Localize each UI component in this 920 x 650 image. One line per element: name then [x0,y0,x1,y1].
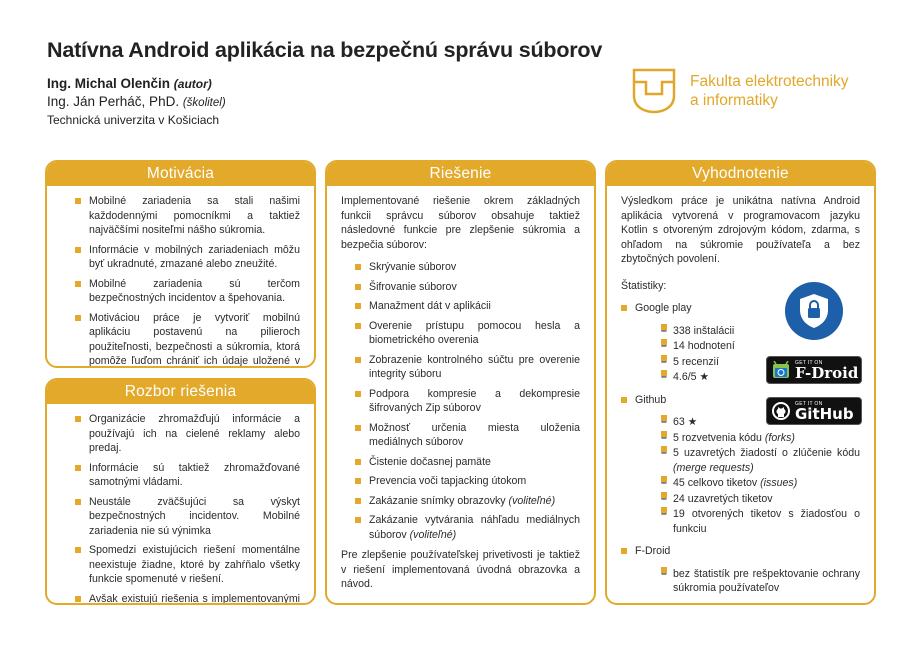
card-title: Motivácia [47,162,314,186]
author-name: Ing. Michal Olenčin [47,76,171,91]
feature-item: Možnosť určenia miesta uloženia mediálny… [355,421,580,450]
feature-item: Šifrovanie súborov [355,280,580,295]
list-item: Avšak existujú riešenia s implementovaný… [75,592,300,603]
stat-item: 14 hodnotení [661,339,751,354]
feature-item: Zakázanie vytvárania náhľadu mediálnych … [355,513,580,542]
stat-item: 4.6/5 ★ [661,370,751,385]
stat-item: 338 inštalácii [661,323,751,339]
stats-fdroid: F-Droid bez štatistík pre rešpektovanie … [621,544,860,596]
supervisor: Ing. Ján Perháč, PhD. (školitel) [47,94,226,109]
stat-item: 5 recenzií [661,354,751,370]
analysis-list: Organizácie zhromažďujú informácie a pou… [61,412,300,603]
faculty-logo: Fakulta elektrotechniky a informatiky [632,68,849,114]
list-item: Spomedzi existujúcich riešení momentálne… [75,543,300,587]
stats-google-play: Google play 338 inštalácii 14 hodnotení … [621,301,751,385]
feature-item: Overenie prístupu pomocou hesla a biomet… [355,319,580,348]
poster-title: Natívna Android aplikácia na bezpečnú sp… [47,38,603,62]
fdroid-badge[interactable]: GET IT ON F-Droid [766,356,862,384]
shield-lock-icon [785,282,843,340]
motivation-list: Mobilné zariadenia sa stali našimi každo… [61,194,300,366]
list-item: Informácie v mobilných zariadeniach môžu… [75,243,300,272]
feature-item: Manažment dát v aplikácii [355,299,580,314]
stat-item: 24 uzavretých tiketov [661,491,860,507]
solution-outro: Pre zlepšenie používateľskej privetivost… [341,549,580,590]
supervisor-role: (školitel) [182,97,226,109]
solution-intro: Implementované riešenie okrem základných… [341,195,580,251]
feature-item: Prevencia voči tapjacking útokom [355,474,580,489]
feature-item: Zobrazenie kontrolného súčtu pre overeni… [355,353,580,382]
author-role: (autor) [173,77,212,91]
tuke-logo-icon [632,68,676,114]
feature-list: Skrývanie súborov Šifrovanie súborov Man… [341,260,580,542]
source-code-label: Zdrojový kód: [341,602,580,604]
card-motivation: Motivácia Mobilné zariadenia sa stali na… [45,160,316,368]
card-title: Riešenie [327,162,594,186]
card-title: Vyhodnotenie [607,162,874,186]
stat-item: 45 celkovo tiketov (issues) [661,476,860,491]
card-title: Rozbor riešenia [47,380,314,404]
stat-item: bez štatistík pre rešpektovanie ochrany … [661,566,860,596]
github-badge[interactable]: GET IT ON GitHub [766,397,862,425]
list-item: Organizácie zhromažďujú informácie a pou… [75,412,300,456]
author: Ing. Michal Olenčin (autor) [47,76,212,91]
list-item: Mobilné zariadenia sú terčom bezpečnostn… [75,277,300,306]
stat-item: 5 uzavretých žiadostí o zlúčenie kódu (m… [661,446,860,475]
fdroid-icon [773,361,789,378]
list-item: Mobilné zariadenia sa stali našimi každo… [75,194,300,238]
card-analysis: Rozbor riešenia Organizácie zhromažďujú … [45,378,316,605]
feature-item: Podpora kompresie a dekompresie šifrovan… [355,387,580,416]
supervisor-name: Ing. Ján Perháč, PhD. [47,94,180,109]
stat-item: 19 otvorených tiketov s žiadosťou o funk… [661,507,860,536]
google-play-stats: 338 inštalácii 14 hodnotení 5 recenzií 4… [635,323,751,385]
evaluation-intro: Výsledkom práce je unikátna natívna Andr… [621,195,860,265]
badges: GET IT ON F-Droid GET IT ON GitHub [766,282,862,438]
feature-item: Čistenie dočasnej pamäte [355,455,580,470]
list-item: Motiváciou práce je vytvoriť mobilnú apl… [75,311,300,366]
feature-item: Skrývanie súborov [355,260,580,275]
card-evaluation: Vyhodnotenie Výsledkom práce je unikátna… [605,160,876,605]
feature-item: Zakázanie snímky obrazovky (voliteľné) [355,494,580,509]
list-item: Informácie sú taktiež zhromažďované samo… [75,461,300,490]
fdroid-stats: bez štatistík pre rešpektovanie ochrany … [635,566,860,596]
university: Technická univerzita v Košiciach [47,113,220,127]
list-item: Neustále zväčšujúci sa výskyt bezpečnost… [75,495,300,539]
card-solution: Riešenie Implementované riešenie okrem z… [325,160,596,605]
faculty-name: Fakulta elektrotechniky a informatiky [690,73,849,109]
github-icon [772,402,790,420]
